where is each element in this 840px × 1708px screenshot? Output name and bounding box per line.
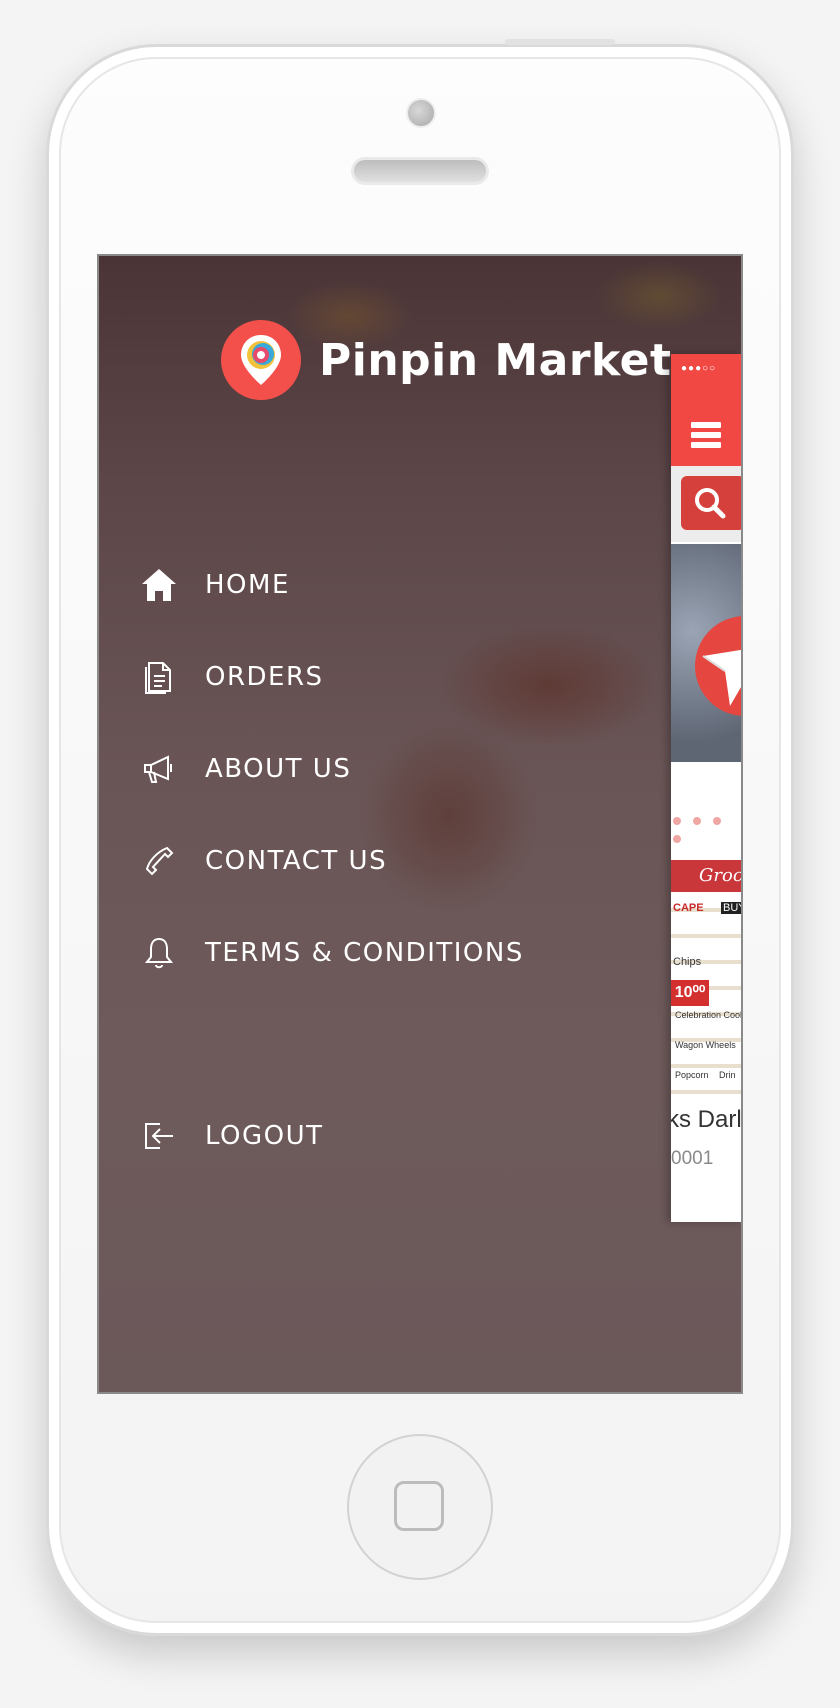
flyer-header: Groc <box>671 860 741 892</box>
menu-item-label: CONTACT US <box>205 846 388 876</box>
menu-item-contact-us[interactable]: CONTACT US <box>139 831 619 891</box>
document-icon <box>139 657 179 697</box>
app-screen: Pinpin Market HOME ORDERS ABOUT US CONTA… <box>97 254 743 1394</box>
product-code: 0001 <box>671 1148 714 1169</box>
menu-item-label: HOME <box>205 570 290 600</box>
status-bar: ●●●○○ <box>671 354 741 382</box>
flyer-text: BUY <box>721 902 741 914</box>
home-button-square <box>394 1481 444 1531</box>
logout-label: LOGOUT <box>205 1121 324 1151</box>
menu-item-label: TERMS & CONDITIONS <box>205 938 524 968</box>
carousel-dots[interactable] <box>673 812 741 843</box>
menu-item-home[interactable]: HOME <box>139 555 619 615</box>
home-button[interactable] <box>347 1434 493 1580</box>
flyer-text: Chips <box>673 956 702 968</box>
hamburger-menu-icon[interactable] <box>691 422 721 448</box>
phone-icon <box>139 841 179 881</box>
bell-icon <box>139 933 179 973</box>
flyer-text: Popcorn <box>675 1070 709 1080</box>
flyer-text: CAPE <box>673 902 704 914</box>
location-pin-icon <box>221 320 301 400</box>
main-screen-preview[interactable]: ●●●○○ Groc CAPE BUY Chips 10⁰⁰ Celebrati… <box>671 354 741 1222</box>
earpiece-speaker <box>351 157 489 185</box>
app-title: Pinpin Market <box>319 334 672 386</box>
menu-item-terms-conditions[interactable]: TERMS & CONDITIONS <box>139 923 619 983</box>
app-header: Pinpin Market <box>221 320 672 400</box>
flyer-text: Celebration Cookies <box>675 1010 741 1020</box>
grocery-flyer-image[interactable]: Groc CAPE BUY Chips 10⁰⁰ Celebration Coo… <box>671 860 741 1096</box>
product-name[interactable]: ks Darl <box>671 1106 741 1134</box>
phone-volume-down <box>37 503 43 557</box>
megaphone-icon <box>139 749 179 789</box>
flyer-text: Wagon Wheels <box>675 1040 736 1050</box>
search-button[interactable] <box>681 476 741 530</box>
logout-icon <box>139 1116 179 1156</box>
phone-mute-switch <box>37 243 43 307</box>
menu-item-orders[interactable]: ORDERS <box>139 647 619 707</box>
signal-dots: ●●●○○ <box>681 363 717 374</box>
menu-item-label: ABOUT US <box>205 754 352 784</box>
menu-item-logout[interactable]: LOGOUT <box>139 1106 619 1166</box>
flyer-price: 10⁰⁰ <box>671 980 709 1006</box>
menu-item-about-us[interactable]: ABOUT US <box>139 739 619 799</box>
phone-volume-up <box>37 377 43 431</box>
home-icon <box>139 565 179 605</box>
flyer-text: Drin <box>719 1070 736 1080</box>
phone-top-button <box>505 39 615 45</box>
search-icon <box>695 488 726 519</box>
front-camera <box>406 98 436 128</box>
paper-plane-icon <box>695 616 741 716</box>
menu-item-label: ORDERS <box>205 662 324 692</box>
